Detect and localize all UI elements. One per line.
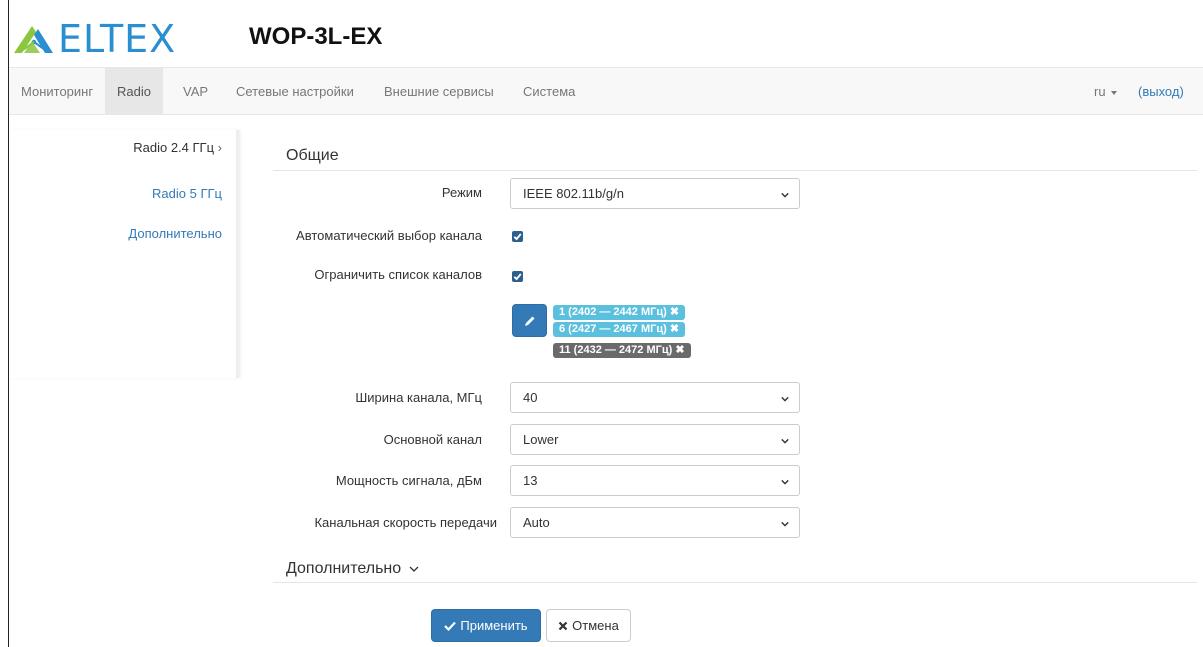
mode-value: IEEE 802.11b/g/n <box>523 186 624 201</box>
channel-rate-value: Auto <box>523 515 550 530</box>
channel-tag: 6 (2427 — 2467 МГц) ✖ <box>553 322 686 337</box>
chevron-down-icon <box>781 438 789 444</box>
pencil-icon <box>524 316 534 326</box>
chevron-down-icon <box>781 192 789 198</box>
channel-rate-select[interactable]: Auto <box>510 507 800 538</box>
nav-item-network-settings[interactable]: Сетевые настройки <box>224 68 366 115</box>
close-icon <box>558 621 568 630</box>
nav-item-system[interactable]: Система <box>511 68 587 115</box>
side-item-label: Radio 2.4 ГГц <box>133 140 215 155</box>
chevron-down-icon <box>409 566 419 572</box>
channel-rate-label: Канальная скорость передачи <box>314 515 497 530</box>
limit-channels-label: Ограничить список каналов <box>314 267 482 282</box>
logo-text: ELTEX <box>58 17 177 61</box>
apply-label: Применить <box>460 618 528 633</box>
channel-tag-text: 1 (2402 — 2442 МГц) <box>559 306 667 318</box>
channel-width-select[interactable]: 40 <box>510 382 800 413</box>
remove-channel-icon[interactable]: ✖ <box>670 323 679 335</box>
nav-item-vap[interactable]: VAP <box>171 68 220 115</box>
top-navbar: Мониторинг Radio VAP Сетевые настройки В… <box>9 67 1203 115</box>
language-label: ru <box>1094 84 1106 99</box>
auto-channel-label: Автоматический выбор канала <box>296 228 482 243</box>
signal-power-label: Мощность сигнала, дБм <box>335 473 482 488</box>
primary-channel-value: Lower <box>523 432 559 447</box>
remove-channel-icon[interactable]: ✖ <box>675 344 684 356</box>
cancel-button[interactable]: Отмена <box>546 609 631 642</box>
remove-channel-icon[interactable]: ✖ <box>670 306 679 318</box>
mode-label: Режим <box>441 185 482 200</box>
apply-button[interactable]: Применить <box>431 609 541 642</box>
eltex-logo-icon <box>14 26 53 53</box>
signal-power-select[interactable]: 13 <box>510 465 800 496</box>
radio-side-menu: Radio 2.4 ГГц › Radio 5 ГГц Дополнительн… <box>9 130 239 378</box>
checkmark-icon <box>513 273 522 281</box>
edit-channels-button[interactable] <box>512 304 547 337</box>
advanced-toggle[interactable]: Дополнительно <box>286 560 419 578</box>
channel-tag-text: 6 (2427 — 2467 МГц) <box>559 323 667 335</box>
nav-item-radio[interactable]: Radio <box>105 68 163 115</box>
chevron-right-icon: › <box>217 140 222 155</box>
primary-channel-select[interactable]: Lower <box>510 424 800 455</box>
section-divider <box>273 582 1197 583</box>
nav-item-monitoring[interactable]: Мониторинг <box>9 68 105 115</box>
side-item-radio-24[interactable]: Radio 2.4 ГГц › <box>133 140 222 155</box>
side-item-radio-5[interactable]: Radio 5 ГГц <box>152 186 222 201</box>
channel-tag: 1 (2402 — 2442 МГц) ✖ <box>553 305 686 320</box>
section-title-general: Общие <box>286 147 339 164</box>
primary-channel-label: Основной канал <box>383 432 482 447</box>
cancel-label: Отмена <box>572 618 619 633</box>
device-title: WOP-3L-EX <box>249 23 383 50</box>
mode-select[interactable]: IEEE 802.11b/g/n <box>510 178 800 209</box>
channel-tag-text: 11 (2432 — 2472 МГц) <box>559 344 673 356</box>
logout-link[interactable]: (выход) <box>1138 68 1184 115</box>
limit-channels-checkbox[interactable] <box>512 271 523 282</box>
signal-power-value: 13 <box>523 473 538 488</box>
channel-tag: 11 (2432 — 2472 МГц) ✖ <box>553 343 691 358</box>
section-divider <box>273 170 1197 171</box>
auto-channel-checkbox[interactable] <box>512 231 523 242</box>
chevron-down-icon <box>781 396 789 402</box>
advanced-title: Дополнительно <box>286 560 402 577</box>
channel-width-label: Ширина канала, МГц <box>355 390 482 405</box>
check-icon <box>444 621 457 631</box>
checkmark-icon <box>513 233 522 241</box>
channel-width-value: 40 <box>523 390 538 405</box>
language-dropdown[interactable]: ru <box>1094 68 1117 115</box>
side-item-advanced[interactable]: Дополнительно <box>128 226 222 241</box>
header: ELTEX WOP-3L-EX <box>9 0 1203 67</box>
caret-down-icon <box>1110 90 1117 95</box>
nav-item-external-services[interactable]: Внешние сервисы <box>372 68 506 115</box>
chevron-down-icon <box>781 479 789 485</box>
eltex-logo: ELTEX <box>12 18 176 60</box>
chevron-down-icon <box>781 521 789 527</box>
